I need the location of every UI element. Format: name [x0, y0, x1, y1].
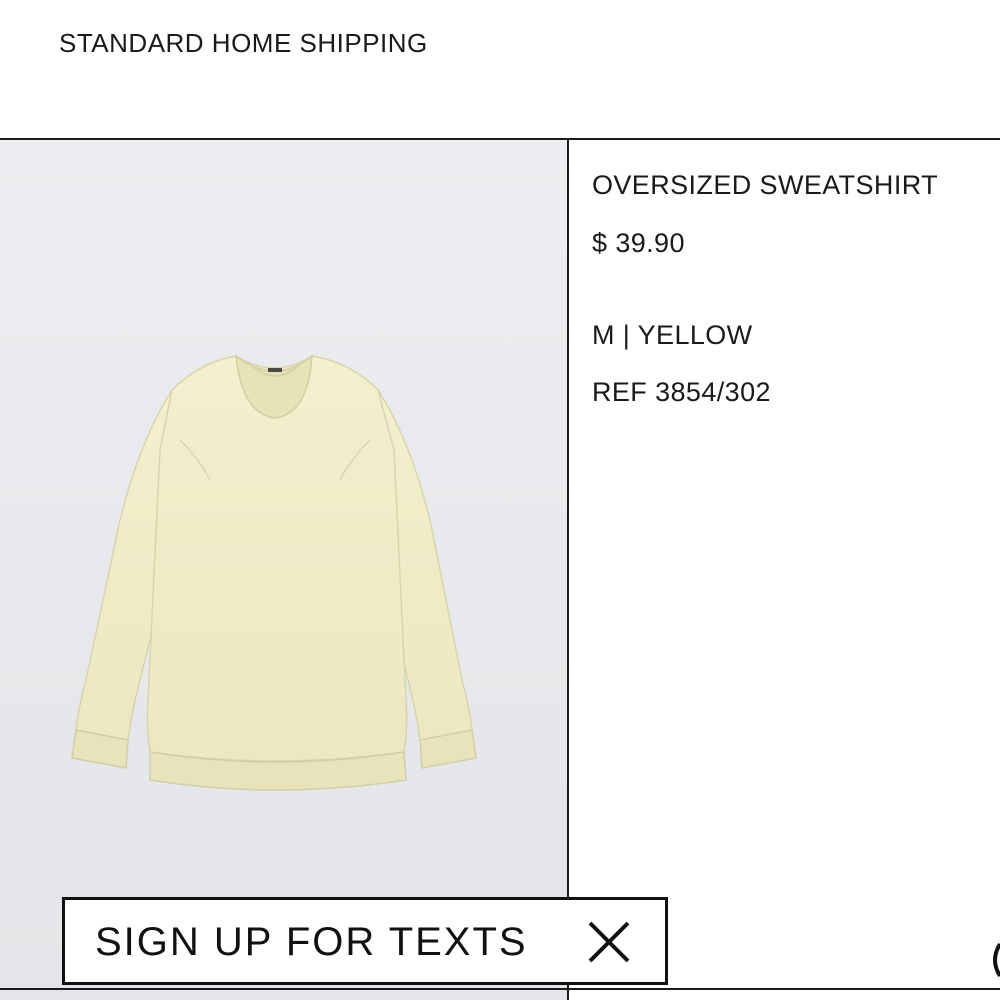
product-price: $ 39.90 [592, 228, 685, 258]
close-icon[interactable] [585, 918, 633, 966]
product-name[interactable]: OVERSIZED SWEATSHIRT [592, 170, 938, 201]
product-size-color: M | YELLOW [592, 320, 753, 350]
sms-signup-banner[interactable]: SIGN UP FOR TEXTS [62, 897, 668, 985]
order-summary-page: STANDARD HOME SHIPPING OVERSIZED SWEATSH… [0, 0, 1000, 1000]
sweatshirt-illustration [71, 354, 477, 791]
partial-icon [988, 940, 1000, 980]
sms-signup-label[interactable]: SIGN UP FOR TEXTS [95, 920, 528, 965]
product-reference: REF 3854/302 [592, 377, 771, 407]
vertical-divider [567, 140, 569, 1000]
bottom-divider [0, 988, 1000, 990]
shipping-method-label: STANDARD HOME SHIPPING [59, 28, 428, 58]
product-image[interactable] [0, 140, 567, 1000]
